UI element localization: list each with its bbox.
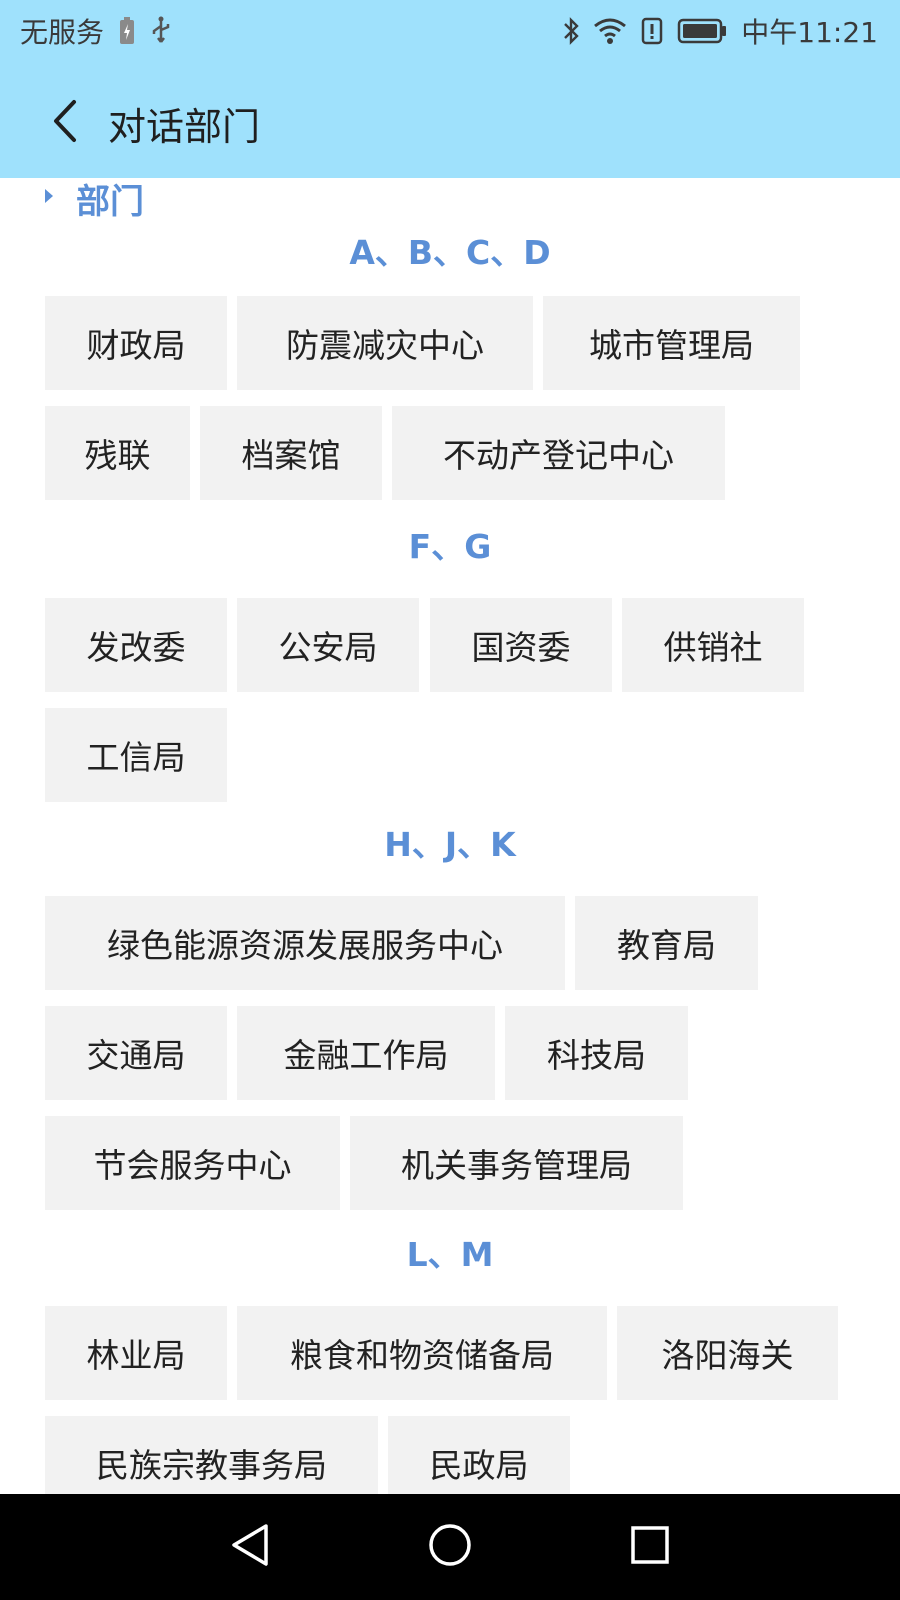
triangle-right-icon xyxy=(44,188,54,208)
triangle-back-icon xyxy=(228,1522,272,1572)
department-chip[interactable]: 教育局 xyxy=(575,896,758,990)
wifi-icon xyxy=(593,16,627,46)
nav-home-button[interactable] xyxy=(415,1512,485,1582)
department-chip[interactable]: 金融工作局 xyxy=(237,1006,495,1100)
chevron-left-icon xyxy=(50,98,80,148)
alert-icon xyxy=(641,16,663,46)
department-chip[interactable]: 洛阳海关 xyxy=(617,1306,838,1400)
department-chip[interactable]: 机关事务管理局 xyxy=(350,1116,683,1210)
back-button[interactable] xyxy=(30,80,100,166)
app-header: 无服务 中午11:21 对话部门 xyxy=(0,0,900,178)
group-heading-fg: F、G xyxy=(408,527,492,566)
department-chip[interactable]: 公安局 xyxy=(237,598,419,692)
navigation-bar xyxy=(0,1494,900,1600)
department-chip[interactable]: 不动产登记中心 xyxy=(392,406,725,500)
department-chip[interactable]: 科技局 xyxy=(505,1006,688,1100)
square-recents-icon xyxy=(629,1524,671,1570)
department-chip[interactable]: 城市管理局 xyxy=(543,296,800,390)
department-chip[interactable]: 交通局 xyxy=(45,1006,227,1100)
department-chip[interactable]: 工信局 xyxy=(45,708,227,802)
department-chip[interactable]: 民政局 xyxy=(388,1416,570,1494)
department-chip[interactable]: 国资委 xyxy=(430,598,612,692)
department-chip[interactable]: 档案馆 xyxy=(200,406,382,500)
department-chip[interactable]: 林业局 xyxy=(45,1306,227,1400)
title-bar: 对话部门 xyxy=(0,80,900,166)
department-chip[interactable]: 供销社 xyxy=(622,598,804,692)
usb-icon xyxy=(150,16,172,46)
section-header[interactable]: 部门 xyxy=(44,178,144,222)
department-chip[interactable]: 发改委 xyxy=(45,598,227,692)
group-heading-abcd: A、B、C、D xyxy=(349,233,551,272)
section-title: 部门 xyxy=(76,181,144,222)
status-bar: 无服务 中午11:21 xyxy=(0,0,900,62)
nav-back-button[interactable] xyxy=(215,1512,285,1582)
department-chip[interactable]: 残联 xyxy=(45,406,190,500)
department-chip[interactable]: 粮食和物资储备局 xyxy=(237,1306,607,1400)
carrier-text: 无服务 xyxy=(20,16,105,49)
nav-recents-button[interactable] xyxy=(615,1512,685,1582)
group-heading-lm: L、M xyxy=(406,1235,494,1274)
department-chip[interactable]: 防震减灾中心 xyxy=(237,296,533,390)
group-heading-hjk: H、J、K xyxy=(384,825,516,864)
department-chip[interactable]: 节会服务中心 xyxy=(45,1116,340,1210)
department-chip[interactable]: 绿色能源资源发展服务中心 xyxy=(45,896,565,990)
clock-text: 中午11:21 xyxy=(741,16,878,49)
bluetooth-icon xyxy=(563,16,579,46)
battery-icon xyxy=(677,18,727,44)
circle-home-icon xyxy=(427,1522,473,1572)
department-list: 部门 A、B、C、D 财政局 防震减灾中心 城市管理局 残联 档案馆 不动产登记… xyxy=(0,178,900,1494)
department-chip[interactable]: 财政局 xyxy=(45,296,227,390)
battery-charging-icon xyxy=(118,16,136,46)
department-chip[interactable]: 民族宗教事务局 xyxy=(45,1416,378,1494)
page-title: 对话部门 xyxy=(108,104,261,149)
